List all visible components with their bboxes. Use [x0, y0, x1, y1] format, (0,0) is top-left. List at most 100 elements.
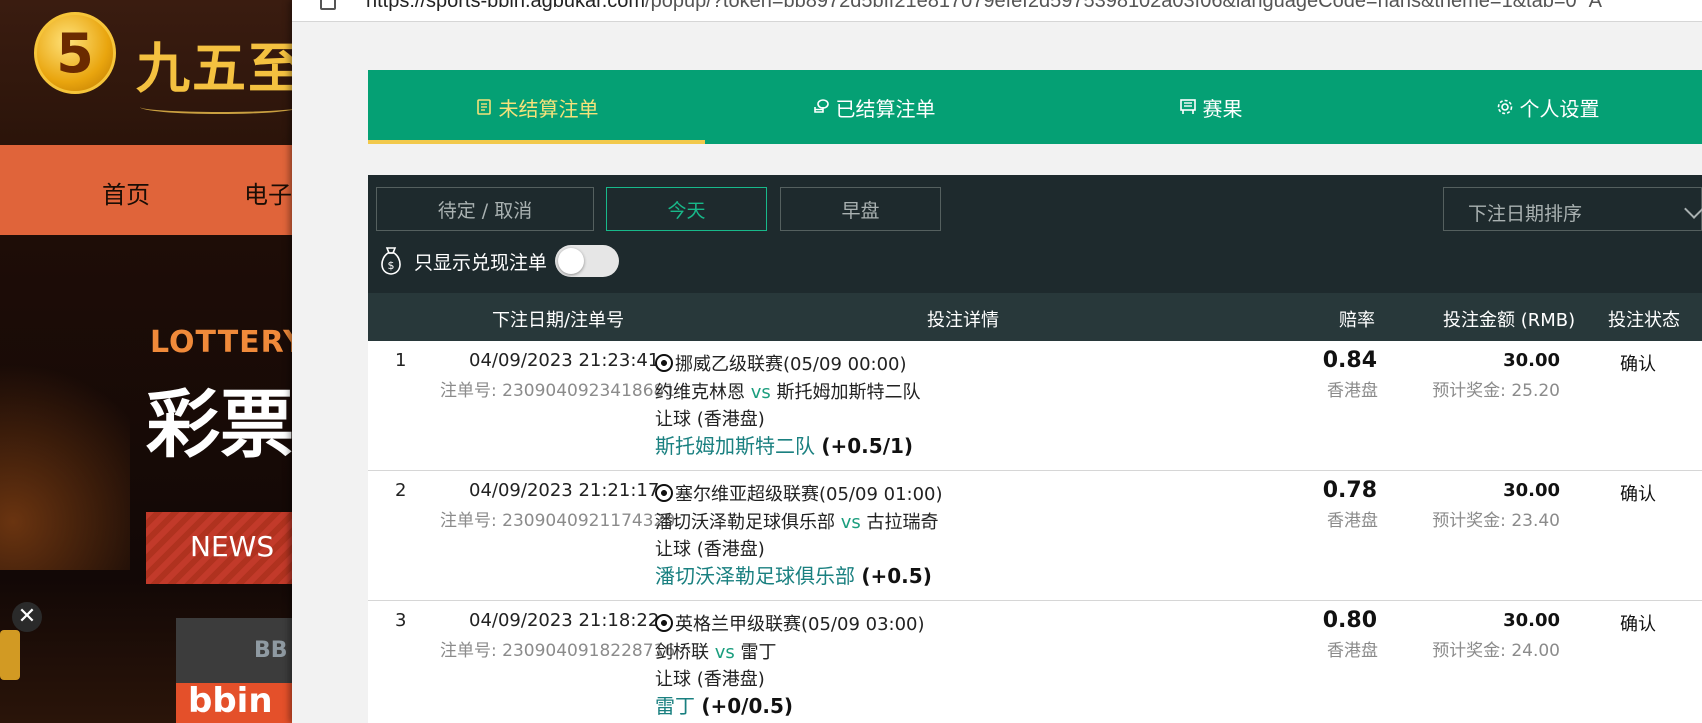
- table-row[interactable]: 1 04/09/2023 21:23:41 注单号: 2309040923418…: [368, 341, 1702, 471]
- site-logo-text: 九五至: [136, 36, 300, 100]
- header-odds: 赔率: [1339, 310, 1375, 331]
- sports-popup-window: https://sports-bbin.agbukar.com/popup/?t…: [292, 0, 1702, 723]
- bet-status: 确认: [1620, 354, 1656, 375]
- bet-list-content: 未结算注单 已结算注单 赛果 个人设置 待定 / 取消 今天 早盘 下注日期排序…: [368, 70, 1702, 723]
- vs-label: vs: [714, 642, 735, 663]
- soccer-ball-icon: [655, 354, 673, 372]
- document-icon: [476, 99, 491, 115]
- market-type: 让球 (香港盘): [655, 409, 765, 430]
- odds-value: 0.84: [1322, 348, 1377, 373]
- filter-early[interactable]: 早盘: [780, 187, 941, 231]
- scoreboard-icon: [1179, 99, 1196, 114]
- tab-unsettled[interactable]: 未结算注单: [368, 70, 705, 144]
- vs-label: vs: [750, 382, 771, 403]
- row-index: 3: [395, 610, 407, 631]
- tab-results[interactable]: 赛果: [1042, 70, 1379, 144]
- home-team: 剑桥联: [655, 642, 709, 663]
- cashout-filter: $ 只显示兑现注单: [376, 241, 620, 281]
- selection: 斯托姆加斯特二队 (+0.5/1): [655, 430, 913, 459]
- table-header: 下注日期/注单号 投注详情 赔率 投注金额 (RMB) 投注状态: [368, 293, 1702, 341]
- sort-label: 下注日期排序: [1468, 203, 1583, 225]
- bet-date: 04/09/2023 21:21:17: [469, 480, 660, 501]
- gear-icon: [1497, 99, 1512, 115]
- page-icon: [320, 0, 336, 10]
- side-decoration: [0, 630, 20, 680]
- url-host: https://sports-bbin.agbukar.com: [366, 0, 646, 12]
- news-banner[interactable]: NEWS: [146, 512, 300, 584]
- svg-text:$: $: [388, 259, 395, 272]
- away-team: 斯托姆加斯特二队: [776, 382, 921, 403]
- tab-settings[interactable]: 个人设置: [1379, 70, 1702, 144]
- row-index: 2: [395, 480, 407, 501]
- selection: 雷丁 (+0/0.5): [655, 690, 793, 719]
- home-team: 潘切沃泽勒足球俱乐部: [655, 512, 835, 533]
- header-status: 投注状态: [1608, 310, 1680, 331]
- tab-bar: 未结算注单 已结算注单 赛果 个人设置: [368, 70, 1702, 144]
- bet-status: 确认: [1620, 614, 1656, 635]
- url-path: /popup/?token=bb8972d5bff21e817079efef2d…: [645, 0, 1577, 12]
- vs-label: vs: [840, 512, 861, 533]
- selection: 潘切沃泽勒足球俱乐部 (+0.5): [655, 560, 932, 589]
- logo-swirl-decoration: [140, 100, 300, 114]
- league-name: 英格兰甲级联赛(05/09 03:00): [675, 614, 925, 635]
- soccer-ball-icon: [655, 484, 673, 502]
- league: 英格兰甲级联赛(05/09 03:00): [655, 610, 925, 636]
- tab-label: 已结算注单: [835, 96, 936, 121]
- pick-line: (+0/0.5): [701, 694, 794, 718]
- nav-electronic[interactable]: 电子: [244, 175, 292, 210]
- hero-glow-decoration: [0, 330, 130, 570]
- header-detail: 投注详情: [927, 310, 999, 331]
- league-name: 挪威乙级联赛(05/09 00:00): [675, 354, 907, 375]
- site-header: 5 九五至: [0, 0, 300, 145]
- odds-value: 0.78: [1322, 478, 1377, 503]
- table-row[interactable]: 3 04/09/2023 21:18:22 注单号: 2309040918228…: [368, 601, 1702, 723]
- away-team: 古拉瑞奇: [866, 512, 939, 533]
- screen: 5 九五至 首页 电子 LOTTERY 彩票 NEWS BB bbin ✕ ht…: [0, 0, 1702, 723]
- toggle-knob: [558, 248, 585, 274]
- bbin-logo: bbin: [176, 683, 300, 723]
- odds-type: 香港盘: [1327, 381, 1378, 401]
- bet-date: 04/09/2023 21:18:22: [469, 610, 660, 631]
- league-name: 塞尔维亚超级联赛(05/09 01:00): [675, 484, 943, 505]
- home-team: 约维克林恩: [655, 382, 745, 403]
- header-amount: 投注金额 (RMB): [1443, 310, 1576, 331]
- background-website: 5 九五至 首页 电子 LOTTERY 彩票 NEWS BB bbin ✕: [0, 0, 300, 723]
- url-text[interactable]: https://sports-bbin.agbukar.com/popup/?t…: [366, 0, 1602, 13]
- league: 挪威乙级联赛(05/09 00:00): [655, 350, 907, 376]
- nav-home[interactable]: 首页: [102, 175, 150, 210]
- sort-dropdown[interactable]: 下注日期排序: [1443, 187, 1702, 231]
- filter-today[interactable]: 今天: [606, 187, 767, 231]
- estimated-prize: 预计奖金: 25.20: [1432, 381, 1560, 401]
- coins-icon: [813, 99, 829, 113]
- address-bar[interactable]: https://sports-bbin.agbukar.com/popup/?t…: [292, 0, 1702, 22]
- bet-id: 注单号: 2309040923418681: [440, 381, 676, 401]
- url-tail: A: [1588, 0, 1603, 12]
- tab-label: 个人设置: [1519, 96, 1600, 121]
- bet-date: 04/09/2023 21:23:41: [469, 350, 660, 371]
- estimated-prize: 预计奖金: 23.40: [1432, 511, 1560, 531]
- market-type: 让球 (香港盘): [655, 539, 765, 560]
- bet-id: 注单号: 2309040921174320: [440, 511, 676, 531]
- site-nav: 首页 电子: [0, 145, 300, 235]
- pick-team: 雷丁: [655, 694, 695, 718]
- match: 剑桥联 vs 雷丁: [655, 638, 777, 664]
- filter-pending-cancel[interactable]: 待定 / 取消: [376, 187, 594, 231]
- hero-title: 彩票: [146, 382, 294, 468]
- stake-amount: 30.00: [1503, 350, 1560, 371]
- stake-amount: 30.00: [1503, 610, 1560, 631]
- match: 潘切沃泽勒足球俱乐部 vs 古拉瑞奇: [655, 508, 939, 534]
- market-type: 让球 (香港盘): [655, 669, 765, 690]
- hero-lottery-tag: LOTTERY: [150, 325, 300, 360]
- tab-settled[interactable]: 已结算注单: [705, 70, 1042, 144]
- cashout-label: 只显示兑现注单: [414, 251, 548, 274]
- close-icon[interactable]: ✕: [12, 602, 42, 632]
- tab-label: 赛果: [1202, 96, 1243, 121]
- table-row[interactable]: 2 04/09/2023 21:21:17 注单号: 2309040921174…: [368, 471, 1702, 601]
- table-body: 1 04/09/2023 21:23:41 注单号: 2309040923418…: [368, 341, 1702, 723]
- odds-type: 香港盘: [1327, 511, 1378, 531]
- cashout-toggle[interactable]: [555, 245, 620, 277]
- odds-value: 0.80: [1322, 608, 1377, 633]
- pick-line: (+0.5/1): [821, 434, 914, 458]
- row-index: 1: [395, 350, 407, 371]
- pick-team: 潘切沃泽勒足球俱乐部: [655, 564, 855, 588]
